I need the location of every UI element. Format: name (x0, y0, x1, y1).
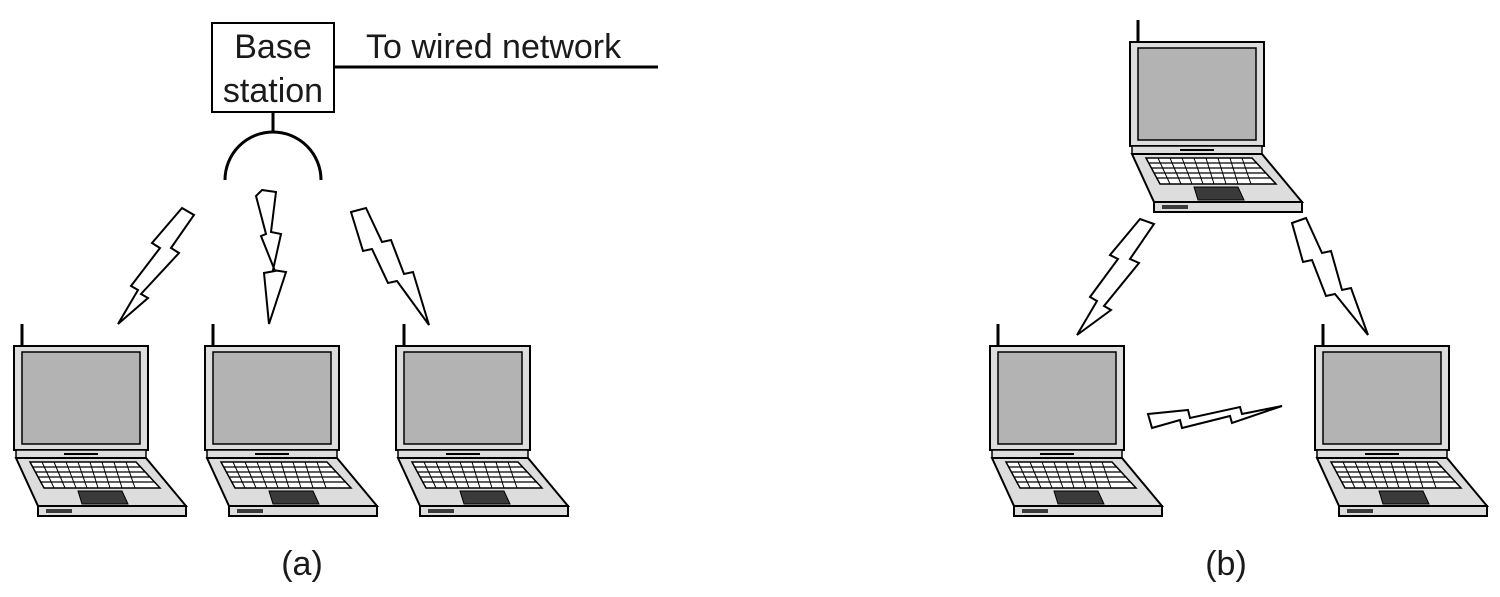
laptop-icon-a1 (12, 322, 188, 518)
base-station-label-line2: station (223, 72, 323, 110)
lightning-bolt-icon-b-right (1290, 216, 1369, 336)
caption-b: (b) (1205, 545, 1247, 583)
wired-network-label: To wired network (366, 28, 622, 66)
diagram-b: (b) (988, 18, 1489, 583)
base-station-box: Base station (211, 22, 335, 113)
lightning-bolt-icon-right (349, 206, 430, 326)
caption-a: (a) (281, 545, 323, 583)
base-station-label-line1: Base (234, 28, 312, 66)
lightning-bolt-icon-b-bottom (1146, 405, 1283, 430)
laptop-icon-b-right (1313, 322, 1489, 518)
lightning-bolt-icon-b-left (1076, 217, 1156, 336)
lightning-bolt-icon-center (254, 188, 288, 325)
laptop-icon-b-left (988, 322, 1164, 518)
lightning-bolt-icon-left (117, 206, 196, 325)
laptop-icon-a3 (394, 322, 570, 518)
wired-network-link: To wired network (334, 28, 658, 69)
laptop-icon-b-top (1128, 18, 1304, 214)
wireless-network-figure: Base station To wired network (a) (b) (12, 18, 1489, 583)
laptop-icon-a2 (203, 322, 379, 518)
base-station-antenna (223, 112, 323, 181)
diagram-a: Base station To wired network (a) (12, 22, 658, 583)
